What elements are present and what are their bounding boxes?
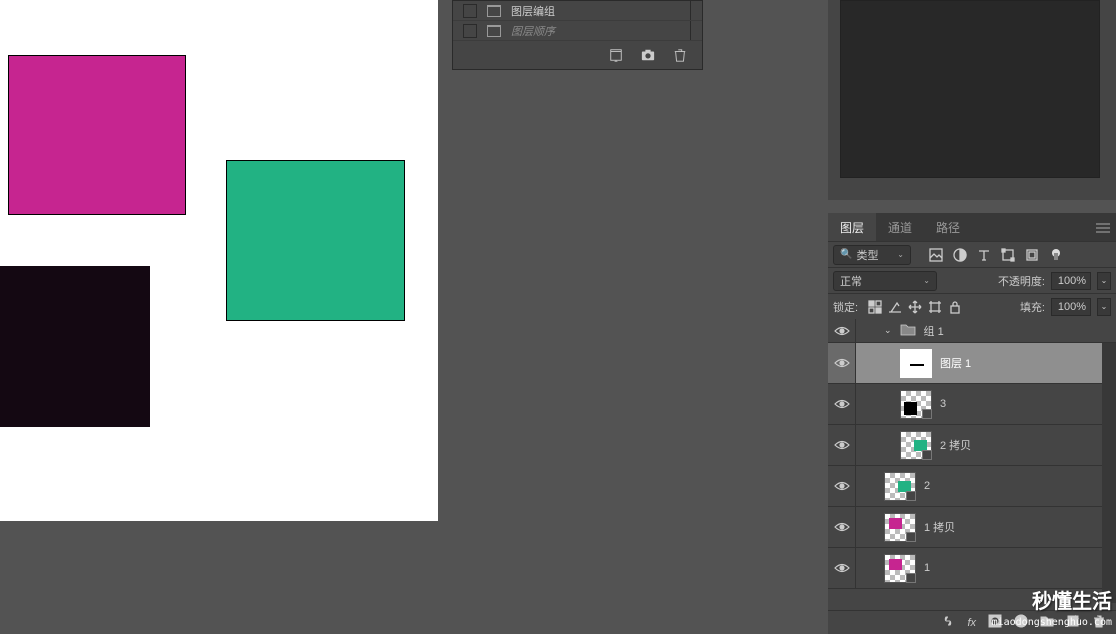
lock-all-icon[interactable] [948, 300, 962, 314]
layer-name[interactable]: 2 [924, 480, 930, 492]
chevron-down-icon: ⌄ [897, 250, 904, 259]
visibility-toggle[interactable] [828, 548, 856, 588]
blend-mode-value: 正常 [840, 273, 862, 289]
layer-thumbnail[interactable] [884, 513, 916, 542]
lock-label: 锁定: [833, 299, 858, 315]
smart-object-badge [906, 491, 916, 501]
layer-row[interactable]: 图层 1 [828, 343, 1116, 384]
filter-shape-icon[interactable] [1001, 248, 1015, 262]
link-layers-icon[interactable] [941, 614, 955, 631]
lock-image-icon[interactable] [888, 300, 902, 314]
scrollbar[interactable] [690, 1, 702, 20]
fill-stepper[interactable]: ⌄ [1097, 298, 1111, 316]
histogram-panel [828, 0, 1116, 200]
actions-footer [453, 41, 702, 69]
shape-black-rect[interactable] [0, 266, 150, 427]
blend-row: 正常 ⌄ 不透明度: 100% ⌄ [828, 267, 1116, 293]
watermark-text: 秒懂生活 [1032, 585, 1112, 614]
document-canvas[interactable] [0, 0, 438, 521]
stop-icon[interactable] [608, 48, 624, 62]
panel-menu-icon[interactable] [1096, 223, 1110, 236]
layer-row[interactable]: 2 [828, 466, 1116, 507]
layer-name[interactable]: 图层 1 [940, 355, 971, 371]
filter-kind-label: 类型 [856, 247, 878, 263]
visibility-toggle[interactable] [828, 343, 856, 383]
document-icon [487, 25, 501, 37]
opacity-input[interactable]: 100% [1051, 272, 1091, 290]
layer-row[interactable]: 3 [828, 384, 1116, 425]
search-icon: 🔍 [840, 249, 852, 260]
scrollbar[interactable] [690, 21, 702, 40]
layer-name[interactable]: 1 [924, 562, 930, 574]
action-label: 图层顺序 [511, 23, 555, 39]
layer-row[interactable]: 2 拷贝 [828, 425, 1116, 466]
camera-icon[interactable] [640, 48, 656, 62]
layer-thumbnail[interactable] [900, 349, 932, 378]
lock-transparent-icon[interactable] [868, 300, 882, 314]
filter-toggle[interactable] [1049, 248, 1063, 262]
tab-paths[interactable]: 路径 [924, 213, 972, 241]
shape-green-rect[interactable] [226, 160, 405, 321]
lock-artboard-icon[interactable] [928, 300, 942, 314]
visibility-toggle[interactable] [828, 507, 856, 547]
layers-panel: 图层 通道 路径 🔍 类型 ⌄ 正常 ⌄ 不透明度: 100% ⌄ 锁 [828, 213, 1116, 634]
folder-icon [900, 323, 916, 339]
filter-row: 🔍 类型 ⌄ [828, 241, 1116, 267]
layer-row[interactable]: 1 拷贝 [828, 507, 1116, 548]
histogram-display [840, 0, 1100, 178]
lock-row: 锁定: 填充: 100% ⌄ [828, 293, 1116, 319]
layer-name[interactable]: 2 拷贝 [940, 437, 971, 453]
smart-object-badge [922, 409, 932, 419]
document-icon [487, 5, 501, 17]
layer-name[interactable]: 组 1 [924, 323, 944, 339]
layers-scrollbar[interactable] [1102, 343, 1116, 603]
layer-row[interactable]: 1 [828, 548, 1116, 589]
layer-thumbnail[interactable] [884, 554, 916, 583]
layers-list: ⌄ 组 1 图层 1 3 [828, 319, 1116, 589]
action-label: 图层编组 [511, 3, 555, 19]
fx-icon[interactable]: fx [967, 617, 976, 629]
fill-label: 填充: [1020, 299, 1045, 315]
tab-layers[interactable]: 图层 [828, 213, 876, 241]
layer-name[interactable]: 1 拷贝 [924, 519, 955, 535]
visibility-toggle[interactable] [828, 466, 856, 506]
opacity-stepper[interactable]: ⌄ [1097, 272, 1111, 290]
action-checkbox[interactable] [463, 4, 477, 18]
fill-input[interactable]: 100% [1051, 298, 1091, 316]
layer-thumbnail[interactable] [900, 390, 932, 419]
group-disclosure-icon[interactable]: ⌄ [884, 325, 892, 336]
shape-magenta-rect[interactable] [8, 55, 186, 215]
chevron-down-icon: ⌄ [923, 276, 930, 285]
layer-thumbnail[interactable] [884, 472, 916, 501]
filter-adjustment-icon[interactable] [953, 248, 967, 262]
layer-name[interactable]: 3 [940, 398, 946, 410]
tab-channels[interactable]: 通道 [876, 213, 924, 241]
action-item[interactable]: 图层编组 [453, 1, 702, 21]
lock-position-icon[interactable] [908, 300, 922, 314]
visibility-toggle[interactable] [828, 319, 856, 342]
watermark-url: miaodongshenghuo.com [992, 617, 1112, 628]
filter-type-icon[interactable] [977, 248, 991, 262]
layer-group-row[interactable]: ⌄ 组 1 [828, 319, 1116, 343]
action-checkbox[interactable] [463, 24, 477, 38]
blend-mode-dropdown[interactable]: 正常 ⌄ [833, 271, 937, 291]
filter-smart-icon[interactable] [1025, 248, 1039, 262]
actions-panel: 图层编组 图层顺序 [452, 0, 703, 70]
action-item[interactable]: 图层顺序 [453, 21, 702, 41]
visibility-toggle[interactable] [828, 384, 856, 424]
smart-object-badge [906, 532, 916, 542]
panel-tabs: 图层 通道 路径 [828, 213, 1116, 241]
opacity-label: 不透明度: [998, 273, 1045, 289]
trash-icon[interactable] [672, 48, 688, 62]
filter-kind-dropdown[interactable]: 🔍 类型 ⌄ [833, 245, 911, 265]
filter-pixel-icon[interactable] [929, 248, 943, 262]
visibility-toggle[interactable] [828, 425, 856, 465]
smart-object-badge [906, 573, 916, 583]
smart-object-badge [922, 450, 932, 460]
layer-thumbnail[interactable] [900, 431, 932, 460]
